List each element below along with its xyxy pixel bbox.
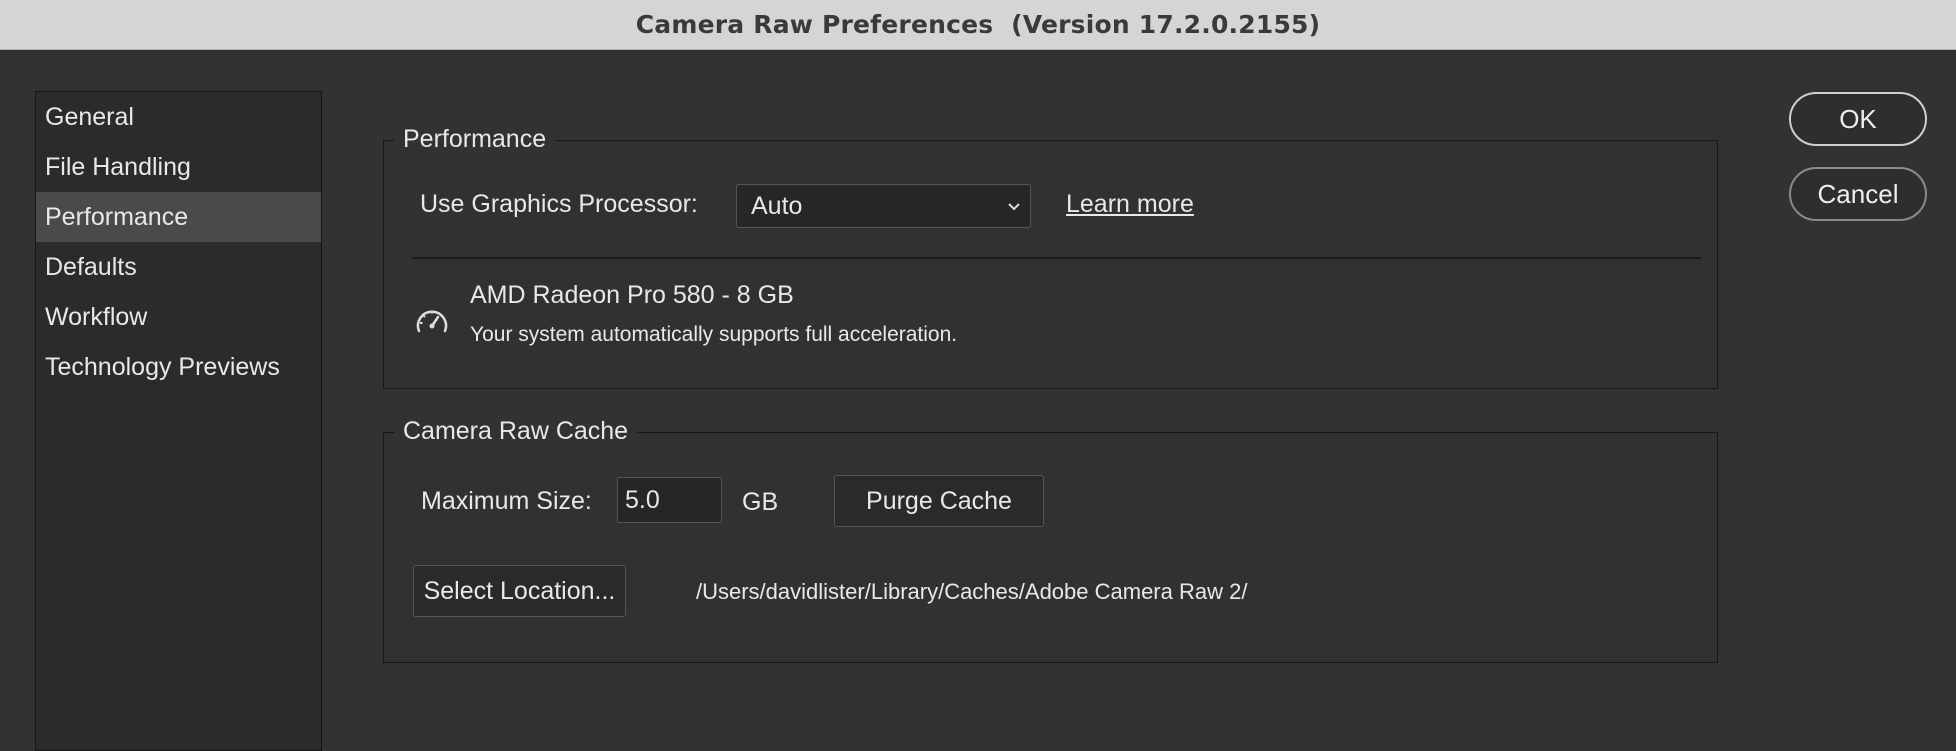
gpu-status-text: Your system automatically supports full … [470, 323, 958, 346]
purge-cache-button[interactable]: Purge Cache [834, 475, 1044, 527]
window-title: Camera Raw Preferences (Version 17.2.0.2… [635, 10, 1321, 39]
max-size-input[interactable] [617, 477, 722, 523]
sidebar: General File Handling Performance Defaul… [35, 91, 322, 751]
preferences-window: General File Handling Performance Defaul… [0, 51, 1956, 751]
gpu-label: Use Graphics Processor: [420, 190, 698, 218]
sidebar-item-general[interactable]: General [36, 92, 321, 142]
sidebar-item-defaults[interactable]: Defaults [36, 242, 321, 292]
learn-more-link[interactable]: Learn more [1066, 190, 1194, 219]
divider [412, 257, 1701, 259]
select-location-button[interactable]: Select Location... [413, 565, 626, 617]
sidebar-item-file-handling[interactable]: File Handling [36, 142, 321, 192]
speedometer-icon [416, 310, 448, 333]
cache-path: /Users/davidlister/Library/Caches/Adobe … [696, 579, 1248, 604]
gpu-select[interactable]: Auto [736, 184, 1031, 228]
performance-group: Performance Use Graphics Processor: Auto… [383, 125, 1718, 389]
max-size-label: Maximum Size: [421, 487, 592, 515]
sidebar-item-performance[interactable]: Performance [36, 192, 321, 242]
chevron-down-icon [1008, 203, 1020, 211]
sidebar-item-workflow[interactable]: Workflow [36, 292, 321, 342]
title-bar: Camera Raw Preferences (Version 17.2.0.2… [0, 0, 1956, 50]
ok-button[interactable]: OK [1789, 92, 1927, 146]
gpu-select-value: Auto [751, 191, 803, 220]
size-unit: GB [742, 488, 779, 516]
cache-legend: Camera Raw Cache [394, 417, 638, 446]
gpu-name: AMD Radeon Pro 580 - 8 GB [470, 281, 794, 309]
sidebar-item-technology-previews[interactable]: Technology Previews [36, 342, 321, 392]
camera-raw-cache-group: Camera Raw Cache Maximum Size: GB Purge … [383, 417, 1718, 663]
cancel-button[interactable]: Cancel [1789, 167, 1927, 221]
performance-legend: Performance [394, 125, 556, 154]
